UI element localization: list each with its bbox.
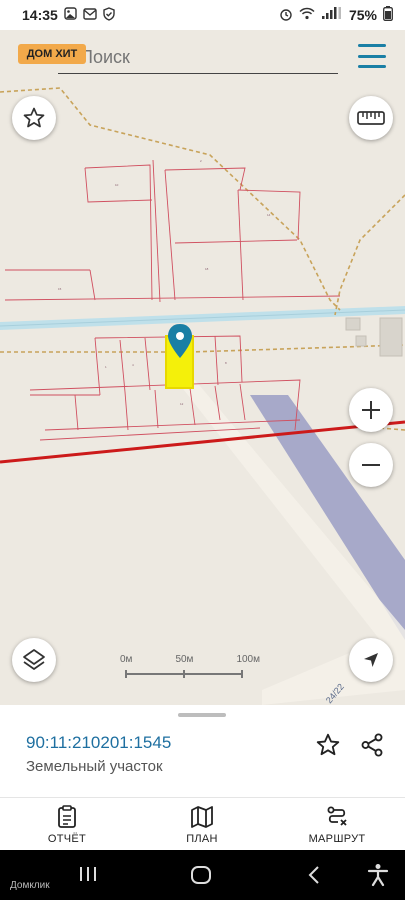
plot-type: Земельный участок [26,758,163,775]
svg-text:14: 14 [267,213,271,217]
red-boundary-line [0,420,405,464]
svg-text:4: 4 [132,363,134,367]
wifi-icon [299,7,315,23]
svg-text:12: 12 [180,402,184,406]
route-icon [327,806,347,826]
layers-icon [23,649,45,670]
menu-button[interactable] [358,44,386,68]
star-icon [23,107,45,128]
svg-text:1: 1 [105,365,107,369]
scale-label-0: 0м [120,654,133,665]
panel-divider [0,797,405,798]
tab-route[interactable]: МАРШРУТ [292,805,382,849]
star-icon [316,733,340,756]
search-input[interactable] [58,42,338,74]
map-view[interactable]: 10214 18151 4812 24/22 ДОМ ХИТ [0,30,405,705]
share-icon [361,733,383,757]
svg-text:10: 10 [115,183,119,187]
ruler-button[interactable] [349,96,393,140]
map-plan-icon [191,806,213,828]
signal-icon [321,7,343,23]
parcel-numbers: 10 2 14 18 15 1 4 8 12 [58,159,271,406]
back-icon [308,866,319,884]
recent-apps-icon [80,867,96,881]
scale-label-100: 100м [236,654,260,665]
cadastral-map: 10214 18151 4 812 24/22 [0,87,405,705]
status-time: 14:35 [22,7,58,23]
favorite-button[interactable] [12,96,56,140]
buildings [345,317,403,357]
svg-text:15: 15 [58,287,62,291]
status-bar: 14:35 75% [0,0,405,30]
search-bar[interactable]: ДОМ ХИТ [18,40,390,76]
panel-drag-handle[interactable] [178,713,226,717]
svg-text:2: 2 [200,159,202,163]
scale-bar: 0м 50м 100м [120,654,260,684]
minus-icon [362,464,380,466]
menu-icon [358,44,386,47]
home-icon [191,866,211,884]
android-nav-bar: Домклик [0,850,405,900]
back-button[interactable] [306,865,322,890]
mail-icon [83,7,97,23]
parcel-info-panel: 90:11:210201:1545 Земельный участок ОТЧЁ… [0,705,405,850]
svg-text:18: 18 [205,267,209,271]
alarm-icon [279,7,293,24]
watermark: Домклик [10,880,50,891]
favorite-parcel-button[interactable] [314,731,342,759]
tab-plan-label: ПЛАН [186,833,218,845]
share-button[interactable] [358,731,386,759]
plus-icon [362,401,380,419]
home-button[interactable] [190,865,212,890]
gallery-icon [64,7,77,23]
tab-report-label: ОТЧЁТ [47,833,87,845]
zoom-in-button[interactable] [349,388,393,432]
ruler-icon [357,111,385,125]
shield-check-icon [103,6,115,24]
layers-button[interactable] [12,638,56,682]
tab-route-label: МАРШРУТ [308,833,366,845]
locate-button[interactable] [349,638,393,682]
zoom-out-button[interactable] [349,443,393,487]
navigation-arrow-icon [364,653,378,667]
accessibility-button[interactable] [367,863,389,892]
svg-text:8: 8 [225,361,227,365]
scale-label-50: 50м [175,654,194,665]
tab-plan[interactable]: ПЛАН [157,805,247,849]
battery-level: 75% [348,7,377,23]
recent-apps-button[interactable] [78,865,98,888]
cadastral-number[interactable]: 90:11:210201:1545 [26,733,171,753]
canal-line [0,309,405,327]
accessibility-icon [367,864,389,887]
tab-report[interactable]: ОТЧЁТ [22,805,112,849]
app-logo: ДОМ ХИТ [18,44,86,64]
report-icon [58,805,76,828]
battery-icon [383,6,393,24]
footpaths [0,87,405,431]
